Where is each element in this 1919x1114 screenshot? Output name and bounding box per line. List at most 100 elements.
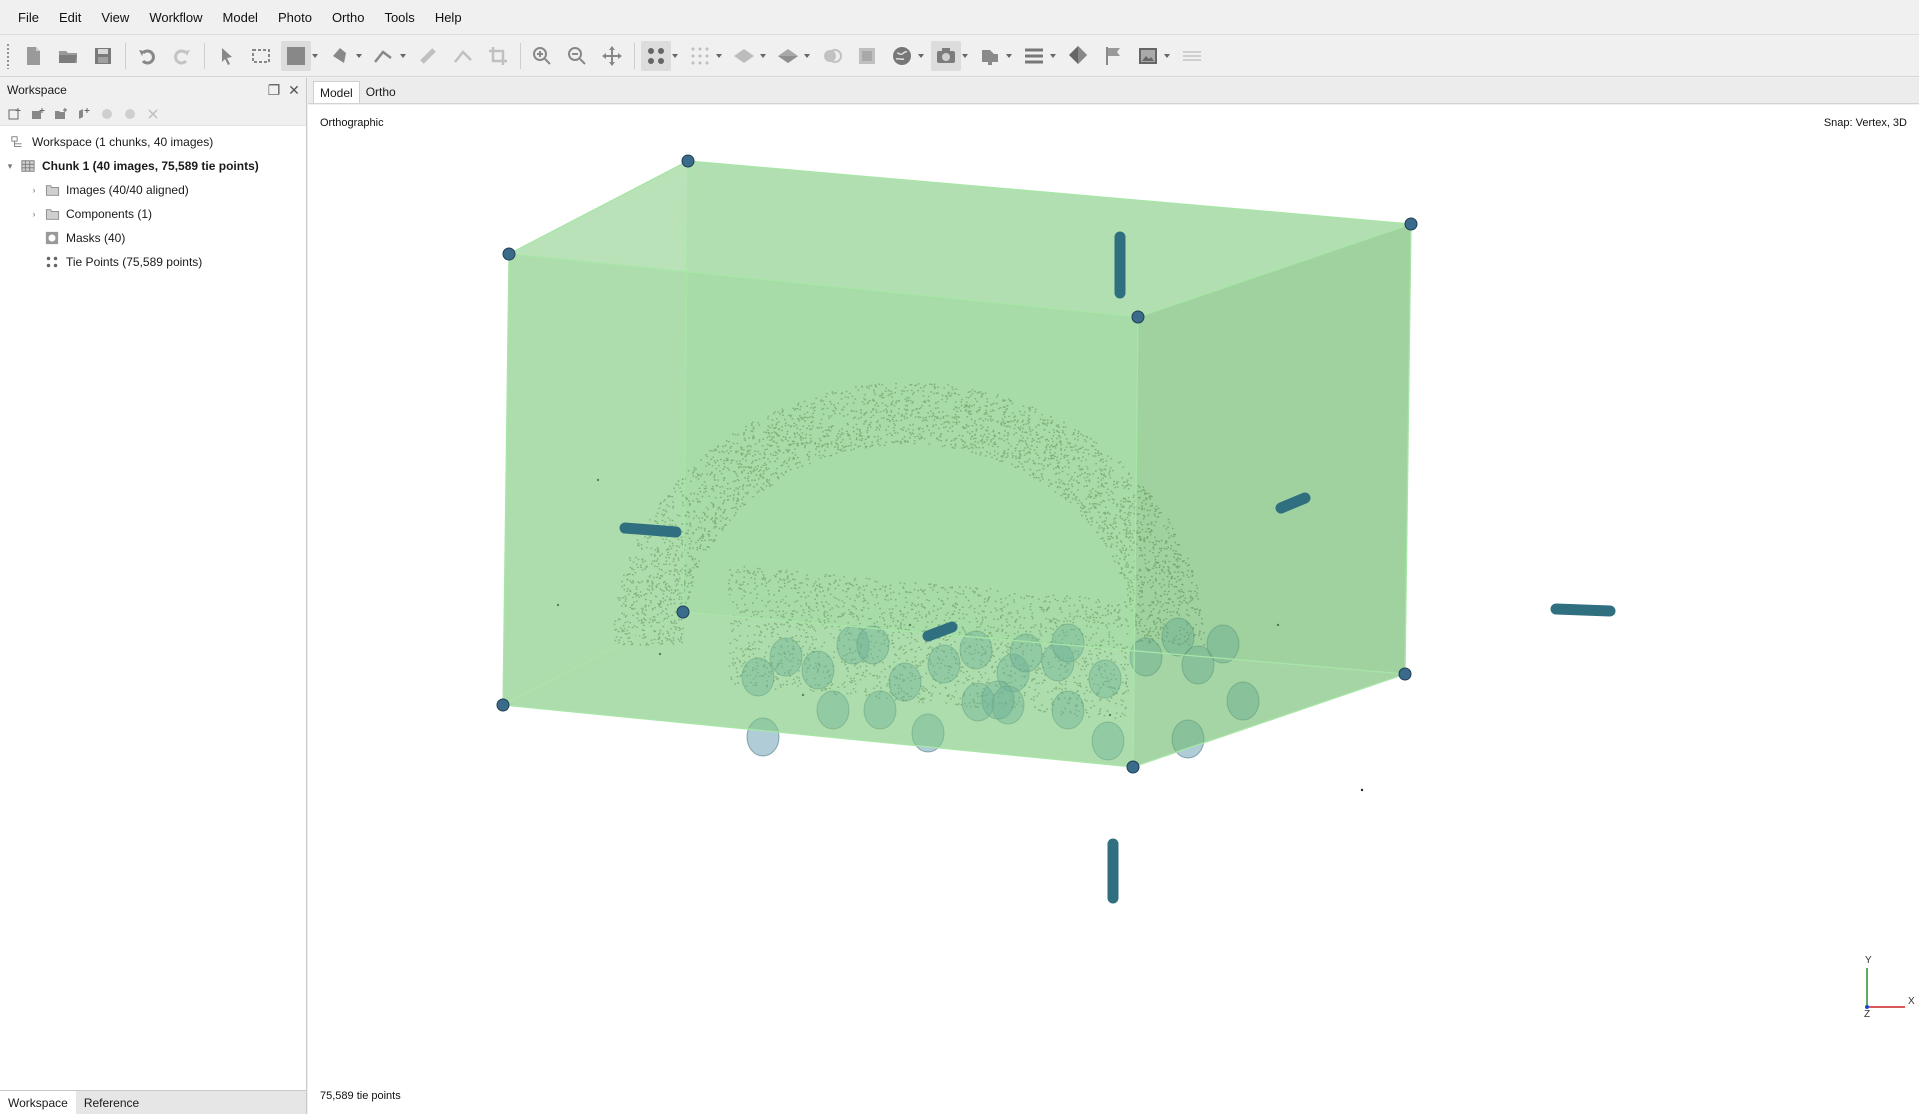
expand-arrow-icon[interactable]: ▾ — [4, 161, 16, 172]
erase-icon[interactable] — [448, 41, 478, 71]
workspace-panel-title: Workspace — [7, 83, 67, 97]
main-toolbar — [0, 36, 1919, 77]
tab-workspace[interactable]: Workspace — [0, 1091, 76, 1114]
ruler-dropdown-arrow[interactable] — [399, 41, 407, 71]
points-dropdown-arrow[interactable] — [671, 41, 679, 71]
navigate-icon[interactable] — [597, 41, 627, 71]
ruler-icon[interactable] — [369, 41, 399, 71]
solid-icon[interactable] — [773, 41, 803, 71]
tree-item[interactable]: Tie Points (75,589 points) — [0, 250, 306, 274]
globe-icon[interactable] — [887, 41, 917, 71]
surface-dropdown-arrow[interactable] — [759, 41, 767, 71]
grid-dropdown-arrow[interactable] — [715, 41, 723, 71]
rect-select-icon[interactable] — [246, 41, 276, 71]
corner-handle — [1126, 760, 1140, 774]
panel-bottom-tabs: Workspace Reference — [0, 1090, 306, 1114]
crop-icon[interactable] — [483, 41, 513, 71]
tiepoints-icon — [44, 254, 60, 270]
redo-icon[interactable] — [167, 41, 197, 71]
solid-dropdown-arrow[interactable] — [803, 41, 811, 71]
toolbar-separator — [204, 43, 205, 69]
shapes-dropdown-arrow[interactable] — [1005, 41, 1013, 71]
polygon-dropdown-arrow[interactable] — [355, 41, 363, 71]
rotate-handle-left — [619, 522, 682, 538]
menu-help[interactable]: Help — [427, 6, 470, 29]
texture-icon[interactable] — [852, 41, 882, 71]
axis-z-label: Z — [1864, 1009, 1870, 1020]
workspace-icon — [10, 134, 26, 150]
corner-handle — [676, 605, 690, 619]
camera-dropdown-arrow[interactable] — [961, 41, 969, 71]
model-scene[interactable]: Y X Z — [308, 105, 1919, 1114]
folder-icon — [44, 182, 60, 198]
toolbar-separator — [125, 43, 126, 69]
enable-icon — [98, 105, 115, 122]
menu-ortho[interactable]: Ortho — [324, 6, 373, 29]
zoom-in-icon[interactable] — [527, 41, 557, 71]
menu-file[interactable]: File — [10, 6, 47, 29]
expand-arrow-icon[interactable]: › — [28, 209, 40, 219]
save-icon[interactable] — [88, 41, 118, 71]
shape-icon[interactable] — [413, 41, 443, 71]
markers-icon[interactable] — [817, 41, 847, 71]
globe-dropdown-arrow[interactable] — [917, 41, 925, 71]
corner-handle — [502, 247, 516, 261]
tree-item[interactable]: Workspace (1 chunks, 40 images) — [0, 130, 306, 154]
menu-dropdown-arrow[interactable] — [1049, 41, 1057, 71]
disable-icon — [121, 105, 138, 122]
grid-icon[interactable] — [685, 41, 715, 71]
menu-view[interactable]: View — [93, 6, 137, 29]
menu-bar: File Edit View Workflow Model Photo Ortho Tools… — [0, 0, 1919, 35]
tab-reference[interactable]: Reference — [76, 1091, 147, 1114]
menu-photo[interactable]: Photo — [270, 6, 320, 29]
tree-item[interactable]: › Images (40/40 aligned) — [0, 178, 306, 202]
region-front-face — [503, 254, 1138, 767]
add-folder-icon[interactable] — [52, 105, 69, 122]
region-dropdown-arrow[interactable] — [311, 41, 319, 71]
tree-item[interactable]: Masks (40) — [0, 226, 306, 250]
corner-handle — [1131, 310, 1145, 324]
expand-arrow-icon[interactable]: › — [28, 185, 40, 195]
menu-model[interactable]: Model — [215, 6, 266, 29]
tree-item-label: Masks (40) — [66, 231, 126, 245]
close-icon[interactable]: ✕ — [286, 82, 302, 98]
model-viewport[interactable]: Y X Z Orthographic Snap: Vertex, 3D 75,5… — [308, 105, 1919, 1114]
add-photos-icon[interactable] — [29, 105, 46, 122]
corner-handle — [496, 698, 510, 712]
shapes-icon[interactable] — [975, 41, 1005, 71]
toolbar-separator — [634, 43, 635, 69]
menu-workflow[interactable]: Workflow — [141, 6, 210, 29]
menu-tools[interactable]: Tools — [376, 6, 422, 29]
surface-icon[interactable] — [729, 41, 759, 71]
polygon-icon[interactable] — [325, 41, 355, 71]
image-dropdown-arrow[interactable] — [1163, 41, 1171, 71]
folder-icon — [44, 206, 60, 222]
tree-item-label: Images (40/40 aligned) — [66, 183, 189, 197]
float-panel-icon[interactable]: ❐ — [266, 82, 282, 98]
tab-model[interactable]: Model — [313, 81, 360, 103]
zoom-out-icon[interactable] — [562, 41, 592, 71]
ortho-icon[interactable] — [1063, 41, 1093, 71]
tree-item[interactable]: ▾ Chunk 1 (40 images, 75,589 tie points) — [0, 154, 306, 178]
flag-icon[interactable] — [1098, 41, 1128, 71]
layers-icon[interactable] — [1177, 41, 1207, 71]
menu-icon[interactable] — [1019, 41, 1049, 71]
new-file-icon[interactable] — [18, 41, 48, 71]
open-folder-icon[interactable] — [53, 41, 83, 71]
remove-icon — [144, 105, 161, 122]
region-icon[interactable] — [281, 41, 311, 71]
tree-item-label: Components (1) — [66, 207, 153, 221]
snap-label: Snap: Vertex, 3D — [1823, 117, 1907, 129]
points-icon[interactable] — [641, 41, 671, 71]
add-chunk-icon[interactable] — [6, 105, 23, 122]
menu-edit[interactable]: Edit — [51, 6, 89, 29]
tab-ortho[interactable]: Ortho — [360, 81, 402, 103]
tree-item[interactable]: › Components (1) — [0, 202, 306, 226]
camera-icon[interactable] — [931, 41, 961, 71]
undo-icon[interactable] — [132, 41, 162, 71]
mask-icon — [44, 230, 60, 246]
toolbar-grip[interactable] — [6, 43, 10, 69]
pointer-icon[interactable] — [211, 41, 241, 71]
image-icon[interactable] — [1133, 41, 1163, 71]
add-model-icon[interactable] — [75, 105, 92, 122]
